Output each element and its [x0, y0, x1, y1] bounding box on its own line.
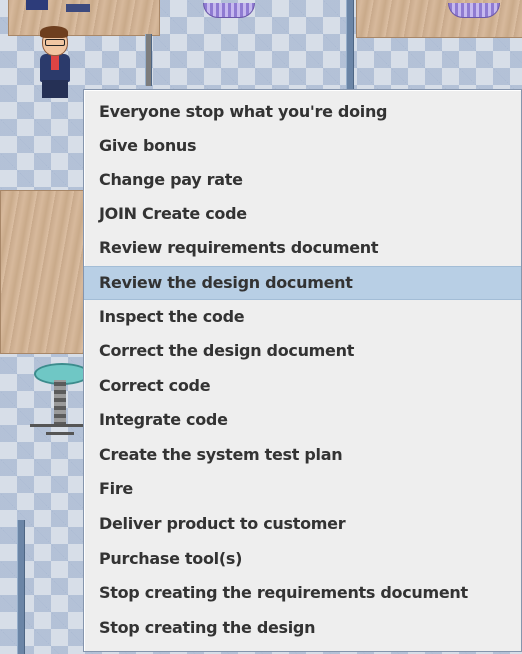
avatar-tie [51, 54, 59, 70]
menu-item-create-test-plan[interactable]: Create the system test plan [84, 438, 521, 472]
menu-item-stop-design[interactable]: Stop creating the design [84, 611, 521, 645]
desk-left[interactable] [0, 190, 86, 354]
pillar [17, 520, 25, 654]
chair-leg [30, 424, 86, 427]
menu-item-correct-design[interactable]: Correct the design document [84, 334, 521, 368]
pillar [145, 34, 152, 86]
menu-item-purchase-tools[interactable]: Purchase tool(s) [84, 542, 521, 576]
chair-post [54, 380, 66, 426]
menu-item-stop-everyone[interactable]: Everyone stop what you're doing [84, 95, 521, 129]
menu-item-review-requirements[interactable]: Review requirements document [84, 231, 521, 265]
avatar-glasses-icon [45, 39, 65, 46]
chair-leg [46, 432, 74, 435]
menu-item-fire[interactable]: Fire [84, 472, 521, 506]
employee-avatar[interactable] [30, 26, 86, 106]
menu-item-review-design[interactable]: Review the design document [84, 266, 521, 300]
menu-item-join-create-code[interactable]: JOIN Create code [84, 197, 521, 231]
menu-item-inspect-code[interactable]: Inspect the code [84, 300, 521, 334]
menu-item-deliver-product[interactable]: Deliver product to customer [84, 507, 521, 541]
pillar [346, 0, 354, 95]
menu-item-correct-code[interactable]: Correct code [84, 369, 521, 403]
avatar-legs [42, 80, 68, 98]
menu-item-integrate-code[interactable]: Integrate code [84, 403, 521, 437]
trash-bin-icon [448, 3, 500, 18]
menu-item-give-bonus[interactable]: Give bonus [84, 129, 521, 163]
context-menu: Everyone stop what you're doing Give bon… [83, 89, 522, 652]
trash-bin-icon [203, 3, 255, 18]
menu-item-stop-requirements[interactable]: Stop creating the requirements document [84, 576, 521, 610]
monitor-icon [26, 0, 48, 10]
menu-item-change-pay-rate[interactable]: Change pay rate [84, 163, 521, 197]
avatar-hair [40, 26, 68, 38]
keyboard-icon [66, 4, 90, 12]
